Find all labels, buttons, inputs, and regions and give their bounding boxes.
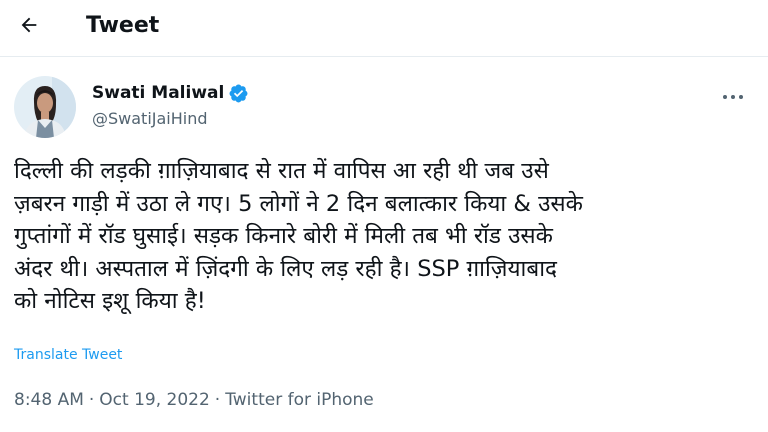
page-title: Tweet <box>86 13 160 38</box>
tweet-metadata: 8:48 AM · Oct 19, 2022 · Twitter for iPh… <box>14 388 374 412</box>
author-name[interactable]: Swati Maliwal <box>92 82 224 104</box>
author-handle[interactable]: @SwatiJaiHind <box>92 108 208 130</box>
verified-badge-icon <box>228 83 249 104</box>
back-button[interactable] <box>14 12 44 42</box>
meta-separator: · <box>214 390 221 410</box>
author-row: Swati Maliwal <box>92 82 249 104</box>
tweet-detail-page: Tweet Swati Maliwal @SwatiJaiHind दिल्ली… <box>0 0 768 432</box>
tweet-time[interactable]: 8:48 AM <box>14 388 84 412</box>
avatar[interactable] <box>14 76 76 138</box>
tweet-source[interactable]: Twitter for iPhone <box>225 388 374 412</box>
meta-separator: · <box>88 390 95 410</box>
header-bar: Tweet <box>0 0 768 57</box>
more-options-button[interactable] <box>720 84 746 104</box>
tweet-date[interactable]: Oct 19, 2022 <box>99 388 210 412</box>
arrow-left-icon <box>18 14 40 40</box>
tweet-text: दिल्ली की लड़की ग़ाज़ियाबाद से रात में व… <box>14 158 583 315</box>
translate-tweet-link[interactable]: Translate Tweet <box>14 345 122 365</box>
more-horizontal-icon <box>722 85 744 104</box>
